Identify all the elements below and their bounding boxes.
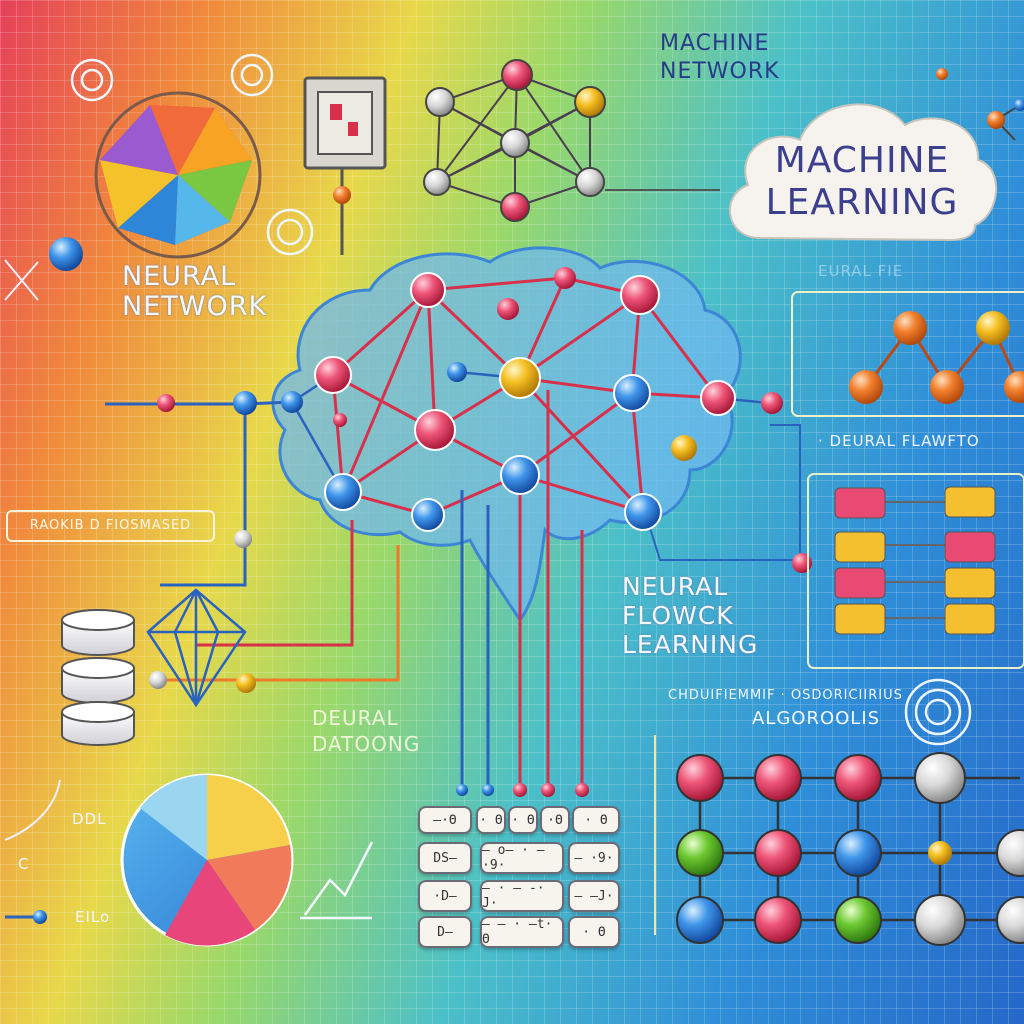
- neural-faint-label: EURAL FIE: [818, 262, 904, 280]
- cloud-title-line1: MACHINE: [774, 140, 950, 181]
- c-label: C: [18, 855, 30, 873]
- left-blue-bead: [49, 237, 83, 271]
- neural-network-line2: NETWORK: [122, 291, 268, 322]
- deural-title: DEURAL DATOONG: [312, 705, 420, 757]
- neural-flawfo-label: · DEURAL FLAWFTO: [818, 432, 980, 450]
- pill-r3c2: · Θ: [568, 916, 620, 948]
- neural-flowck-line2: FLOWCK: [622, 601, 734, 630]
- left-bottom-bead: [33, 910, 47, 924]
- neural-network-line1: NEURAL: [122, 261, 237, 292]
- ello-label: EILo: [75, 908, 111, 926]
- algorithms-subtitle: CHDUIFIEMMIF · OSDORICIIRIUS: [668, 688, 903, 703]
- pill-r0c1: · Θ: [476, 806, 506, 834]
- algorithms-title: ALGOROOLIS: [752, 708, 881, 729]
- pill-r2c2: — —J·: [568, 880, 620, 912]
- right-wave-panel: [791, 291, 1024, 417]
- deural-line2: DATOONG: [312, 732, 421, 756]
- neural-flowck-line3: LEARNING: [622, 630, 759, 659]
- deural-line1: DEURAL: [312, 706, 399, 730]
- machine-network-line1: MACHINE: [660, 31, 770, 56]
- machine-network-line2: NETWORK: [660, 59, 780, 84]
- left-box-label: RAOKIB D FIOSMASED: [6, 510, 215, 542]
- ddl-label: DDL: [72, 810, 107, 828]
- pill-r0c4: · Θ: [572, 806, 620, 834]
- pill-r1c0: DS—: [418, 842, 472, 874]
- cloud-title: MACHINE LEARNING: [752, 140, 972, 224]
- pill-r2c1: — · — -· J·: [480, 880, 564, 912]
- pill-r1c1: — o— · —·9·: [480, 842, 564, 874]
- neural-flowck-line1: NEURAL: [622, 572, 729, 601]
- chip-box: [303, 76, 387, 255]
- pill-r0c0: —·Θ: [418, 806, 472, 834]
- machine-network-title: MACHINE NETWORK: [660, 30, 780, 86]
- neural-network-title: NEURAL NETWORK: [122, 262, 267, 322]
- pill-r3c1: — — · —t· Θ: [480, 916, 564, 948]
- color-wheel-polygon: [94, 91, 262, 259]
- neural-flowck-title: NEURAL FLOWCK LEARNING: [622, 572, 758, 659]
- cloud-title-line2: LEARNING: [765, 182, 959, 223]
- database-stack: [61, 609, 135, 746]
- output-wire-ends: [456, 783, 589, 797]
- pill-r2c0: ·D—: [418, 880, 472, 912]
- pill-r1c2: — ·9·: [568, 842, 620, 874]
- pill-r0c2: · Θ: [508, 806, 538, 834]
- pie-chart: [120, 773, 294, 947]
- pill-r3c0: D—: [418, 916, 472, 948]
- pill-r0c3: ·Θ: [540, 806, 570, 834]
- left-sketch-lines: [4, 259, 61, 919]
- right-flow-blocks: [807, 473, 1024, 669]
- mini-line-chart: [300, 841, 374, 920]
- algorithm-grid: [654, 735, 1024, 946]
